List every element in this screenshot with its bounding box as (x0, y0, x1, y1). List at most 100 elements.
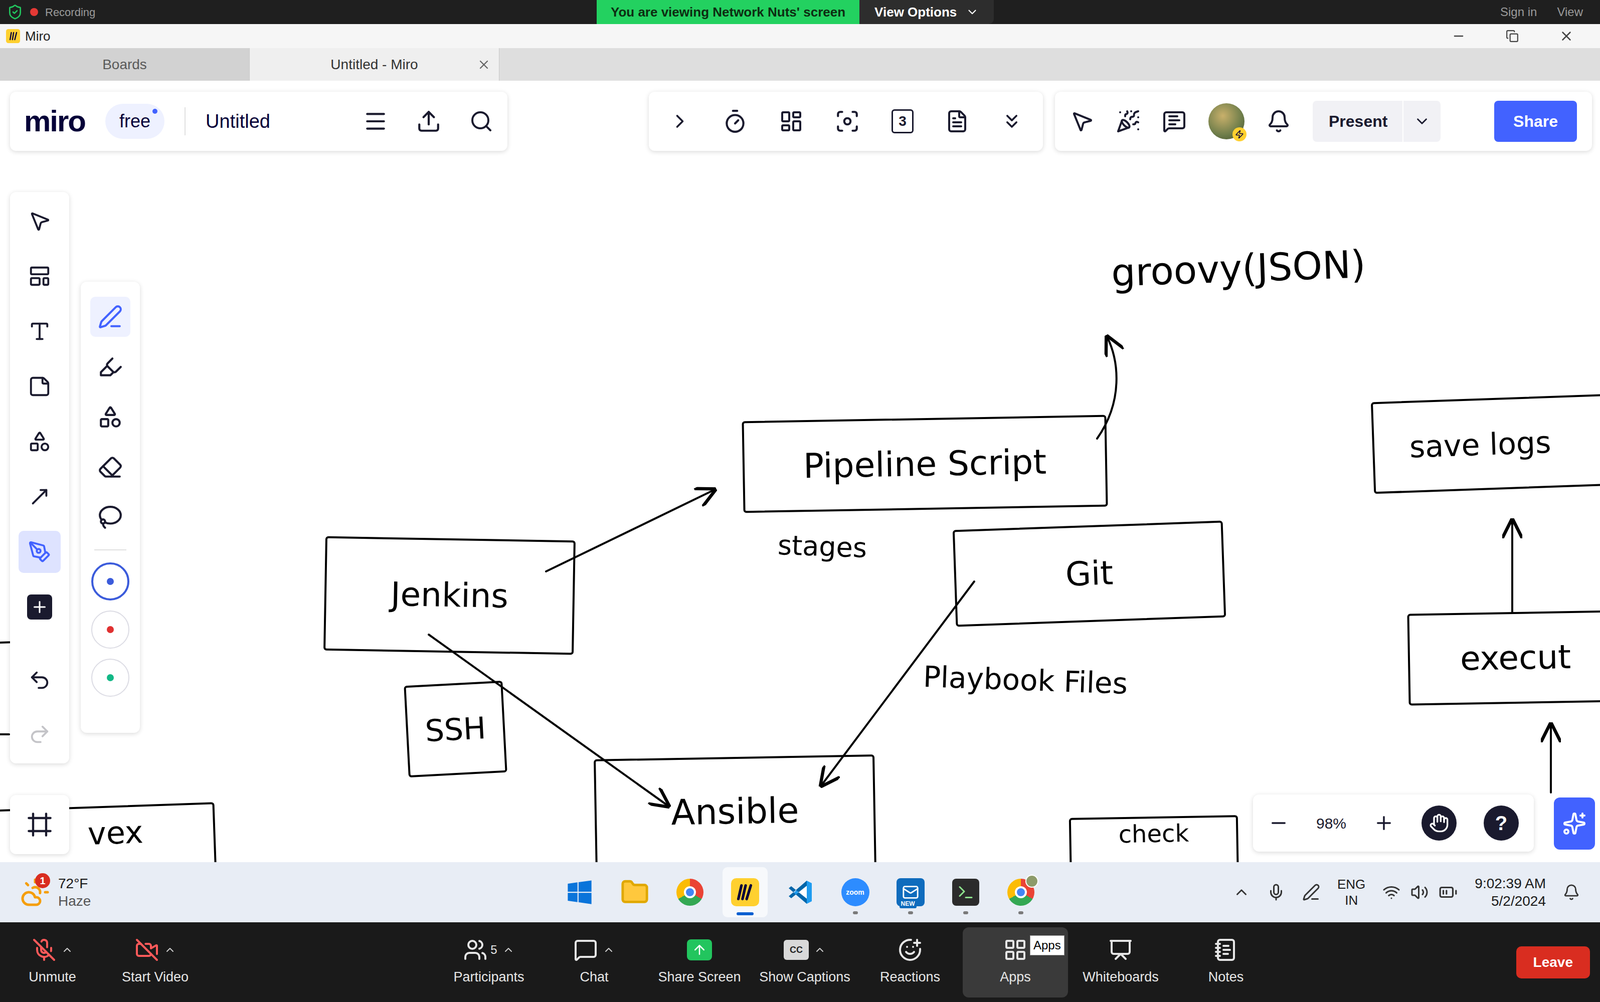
plan-badge[interactable]: free (105, 103, 165, 139)
voting-counter[interactable]: 3 (891, 109, 914, 134)
audio-control[interactable]: Unmute (1, 927, 104, 998)
smart-pen-tool[interactable] (90, 397, 131, 438)
save-logs-node[interactable]: save logs (1370, 394, 1600, 495)
menu-caret-icon[interactable] (163, 944, 176, 957)
menu-icon[interactable] (363, 108, 389, 134)
tab[interactable]: Boards (0, 48, 250, 81)
menu-caret-icon[interactable] (502, 944, 515, 957)
search-icon[interactable] (469, 109, 494, 134)
line-tool[interactable] (18, 475, 61, 518)
menu-caret-icon[interactable] (813, 944, 826, 957)
cursors-icon[interactable] (1070, 109, 1095, 134)
reactions-icon[interactable] (1116, 109, 1141, 134)
pen-pen-tool[interactable] (90, 296, 131, 337)
pen-menu-icon[interactable] (1302, 883, 1321, 902)
close-tab-icon[interactable] (476, 57, 491, 72)
minimize-icon[interactable] (1451, 29, 1466, 44)
shapes-tool[interactable] (18, 420, 61, 463)
execute-node[interactable]: execut (1406, 610, 1600, 706)
present-options-icon[interactable] (1413, 112, 1431, 130)
git-node[interactable]: Git (952, 520, 1226, 628)
frames-button[interactable] (10, 795, 70, 855)
leave-button[interactable]: Leave (1516, 946, 1590, 979)
restore-icon[interactable] (1505, 29, 1519, 43)
miro-logo[interactable]: miro (24, 106, 86, 137)
taskbar-app[interactable] (943, 867, 989, 918)
hidden-icons-icon[interactable] (1232, 883, 1251, 902)
undo-button[interactable] (18, 659, 61, 702)
select-tool[interactable] (18, 200, 61, 243)
taskbar-app[interactable]: zoom (832, 867, 878, 918)
stages-label[interactable]: stages (766, 519, 878, 575)
color-swatch[interactable] (91, 658, 130, 697)
user-avatar[interactable] (1208, 103, 1245, 140)
view-options-button[interactable]: View Options (859, 0, 994, 25)
taskbar-app[interactable]: NEW (887, 867, 934, 918)
add-tool[interactable] (18, 586, 61, 629)
microphone-icon[interactable] (1267, 883, 1286, 902)
video-control[interactable]: Start Video (103, 927, 207, 998)
zoom-out-icon[interactable] (1268, 812, 1290, 834)
check-node[interactable]: check (1069, 815, 1239, 863)
attention-icon[interactable] (834, 108, 860, 134)
tab[interactable]: Untitled - Miro (249, 48, 500, 81)
groovy-label[interactable]: groovy(JSON) (1056, 214, 1421, 323)
hand-tool[interactable] (1421, 805, 1457, 841)
text-tool[interactable] (18, 310, 61, 353)
playbook-files-label[interactable]: Playbook Files (941, 629, 1110, 731)
bell-icon[interactable] (1266, 109, 1291, 134)
zoom-in-icon[interactable] (1373, 812, 1395, 834)
ansible-node[interactable]: Ansible (593, 754, 877, 863)
participants-control[interactable]: 5Participants (436, 927, 542, 998)
eraser-pen-tool[interactable] (90, 447, 131, 488)
reactions-control[interactable]: Reactions (857, 927, 963, 998)
redo-button[interactable] (18, 713, 61, 756)
menu-caret-icon[interactable] (602, 944, 615, 957)
notes-control[interactable]: Notes (1173, 927, 1279, 998)
taskbar-app[interactable] (557, 867, 603, 918)
board-canvas[interactable]: groovy(JSON) Pipeline Scriptstages Jenkins… (0, 80, 1600, 863)
sign-in-link[interactable]: Sign in (1500, 3, 1537, 22)
help-button[interactable]: ? (1483, 805, 1519, 841)
taskbar-app[interactable] (722, 867, 768, 918)
cards-icon[interactable] (779, 109, 804, 134)
pipeline-script-node[interactable]: Pipeline Script (741, 415, 1108, 514)
comments-icon[interactable] (1162, 109, 1187, 134)
taskbar-app[interactable] (777, 867, 823, 918)
sticky-tool[interactable] (18, 365, 61, 408)
timer-icon[interactable] (722, 108, 748, 134)
ai-button[interactable] (1553, 797, 1595, 850)
export-icon[interactable] (416, 108, 442, 134)
apps-control[interactable]: AppsApps (962, 927, 1069, 998)
captions-control[interactable]: CCShow Captions (752, 927, 858, 998)
pen-tool[interactable] (18, 530, 61, 574)
templates-tool[interactable] (18, 255, 61, 298)
highlighter-pen-tool[interactable] (90, 346, 131, 388)
whiteboards-control[interactable]: Whiteboards (1068, 927, 1174, 998)
expand-icon[interactable] (668, 110, 691, 133)
zoom-level[interactable]: 98% (1316, 812, 1347, 835)
present-button[interactable]: Present (1312, 100, 1441, 142)
notifications-icon[interactable] (1562, 883, 1580, 902)
chat-control[interactable]: Chat (541, 927, 647, 998)
quick-settings[interactable] (1382, 882, 1458, 903)
clock[interactable]: 9:02:39 AM5/2/2024 (1474, 874, 1546, 911)
taskbar-app[interactable] (612, 867, 658, 918)
taskbar-app[interactable] (998, 867, 1044, 918)
color-swatch[interactable] (91, 562, 130, 601)
notes-icon[interactable] (945, 109, 970, 134)
language-indicator[interactable]: ENGIN (1337, 876, 1366, 910)
more-icon[interactable] (1000, 110, 1023, 133)
board-name[interactable]: Untitled (205, 107, 271, 136)
jenkins-node[interactable]: Jenkins (323, 536, 576, 656)
share-control[interactable]: Share Screen (646, 927, 753, 998)
weather-widget[interactable]: 172°FHaze (20, 874, 558, 911)
share-button[interactable]: Share (1494, 100, 1577, 142)
taskbar-app[interactable] (667, 867, 713, 918)
ssh-node[interactable]: SSH (403, 680, 507, 778)
close-icon[interactable] (1558, 28, 1574, 44)
view-link[interactable]: View (1556, 3, 1583, 22)
lasso-pen-tool[interactable] (90, 497, 131, 538)
menu-caret-icon[interactable] (61, 944, 74, 957)
color-swatch[interactable] (91, 610, 130, 649)
